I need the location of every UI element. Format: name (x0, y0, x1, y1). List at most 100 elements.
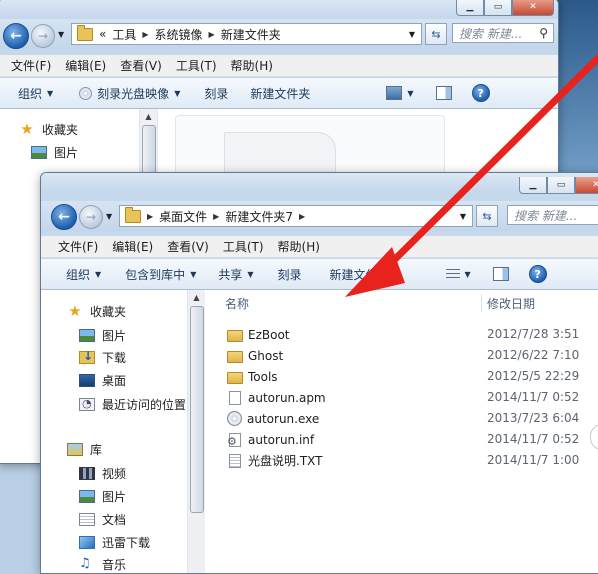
breadcrumb-item[interactable]: 系统镜像 (155, 26, 203, 43)
search-input[interactable]: 搜索 新建... ⚲ (452, 23, 554, 43)
preview-pane-icon (492, 267, 509, 281)
menu-tools[interactable]: 工具(T) (169, 57, 224, 74)
preview-pane-button[interactable] (427, 86, 461, 100)
nav-scrollbar[interactable]: ▲ (187, 290, 205, 573)
breadcrumb-separator-icon[interactable]: ▶ (209, 30, 215, 39)
file-icon (229, 390, 241, 405)
help-button[interactable]: ? (520, 265, 556, 283)
file-row[interactable]: 光盘说明.TXT (227, 450, 323, 471)
search-input[interactable]: 搜索 新建... (507, 205, 598, 225)
breadcrumb-separator-icon[interactable]: ▶ (142, 30, 148, 39)
file-name: 光盘说明.TXT (248, 454, 323, 468)
column-header-modified[interactable]: 修改日期 (487, 290, 535, 316)
breadcrumb-separator-icon[interactable]: ▶ (299, 212, 305, 221)
menu-bar: 文件(F) 编辑(E) 查看(V) 工具(T) 帮助(H) (0, 55, 558, 77)
organize-button[interactable]: 组织 ▼ (57, 266, 110, 283)
search-icon[interactable]: ⚲ (539, 26, 548, 40)
organize-label: 组织 (18, 86, 43, 101)
share-button[interactable]: 共享 ▼ (209, 266, 262, 283)
history-dropdown-icon[interactable]: ▼ (106, 212, 112, 221)
address-bar[interactable]: ▶ 桌面文件 ▶ 新建文件夹7 ▶ ▼ (119, 205, 473, 227)
nav-item-desktop[interactable]: 桌面 (79, 372, 126, 389)
nav-item-pictures[interactable]: 图片 (31, 144, 78, 161)
share-label: 共享 (218, 267, 243, 282)
new-folder-button[interactable]: 新建文件夹 (321, 266, 399, 283)
breadcrumb-item[interactable]: 新建文件夹 (221, 26, 281, 43)
menu-edit[interactable]: 编辑(E) (58, 57, 113, 74)
nav-item-pictures-library[interactable]: 图片 (79, 488, 126, 505)
change-view-button[interactable]: ▼ (437, 268, 480, 280)
burn-image-button[interactable]: 刻录光盘映像 ▼ (70, 85, 189, 102)
menu-help[interactable]: 帮助(H) (224, 57, 280, 74)
address-dropdown-icon[interactable]: ▼ (409, 30, 415, 39)
nav-item-documents[interactable]: 文档 (79, 511, 126, 528)
back-arrow-icon[interactable]: ← (51, 204, 77, 230)
documents-icon (79, 513, 95, 526)
scroll-up-icon[interactable]: ▲ (188, 290, 205, 306)
minimize-button[interactable]: ▁ (456, 0, 484, 16)
close-button[interactable]: ✕ (575, 177, 598, 194)
file-row[interactable]: EzBoot (227, 324, 290, 345)
nav-favorites[interactable]: ★ 收藏夹 (19, 121, 78, 138)
menu-help[interactable]: 帮助(H) (271, 238, 327, 255)
maximize-button[interactable]: ▭ (484, 0, 512, 16)
address-dropdown-icon[interactable]: ▼ (460, 212, 466, 221)
file-row[interactable]: autorun.exe (227, 408, 319, 429)
nav-item-recent-places[interactable]: 最近访问的位置 (79, 396, 186, 413)
file-row[interactable]: autorun.apm (227, 387, 326, 408)
file-row[interactable]: autorun.inf (227, 429, 314, 450)
pictures-icon (79, 329, 95, 342)
history-dropdown-icon[interactable]: ▼ (58, 30, 64, 39)
address-bar[interactable]: « 工具 ▶ 系统镜像 ▶ 新建文件夹 ▼ (71, 23, 422, 45)
nav-item-videos[interactable]: 视频 (79, 465, 126, 482)
nav-favorites[interactable]: ★ 收藏夹 (67, 303, 126, 320)
change-view-button[interactable]: ▼ (377, 86, 422, 100)
new-folder-button[interactable]: 新建文件夹 (241, 85, 319, 102)
burn-image-label: 刻录光盘映像 (97, 86, 170, 101)
help-button[interactable]: ? (463, 84, 499, 102)
breadcrumb-separator-icon[interactable]: ▶ (213, 212, 219, 221)
menu-edit[interactable]: 编辑(E) (105, 238, 160, 255)
file-row[interactable]: Tools (227, 366, 278, 387)
horizontal-scroll-hint[interactable] (590, 424, 598, 450)
recent-places-icon (79, 397, 95, 411)
nav-item-downloads[interactable]: 下载 (79, 349, 126, 366)
scroll-thumb[interactable] (190, 306, 204, 513)
nav-item-music[interactable]: ♫ 音乐 (79, 556, 126, 573)
title-bar[interactable]: ▁ ▭ ✕ (41, 173, 598, 194)
breadcrumb-item[interactable]: 工具 (112, 26, 136, 43)
refresh-icon[interactable]: ⇆ (476, 205, 498, 227)
burn-button[interactable]: 刻录 (195, 85, 237, 102)
back-arrow-icon[interactable]: ← (3, 23, 29, 49)
title-bar[interactable]: ▁ ▭ ✕ (0, 0, 558, 17)
breadcrumb-item[interactable]: 新建文件夹7 (225, 208, 293, 225)
include-in-library-button[interactable]: 包含到库中 ▼ (116, 266, 205, 283)
minimize-button[interactable]: ▁ (519, 177, 547, 194)
nav-item-pictures[interactable]: 图片 (79, 327, 126, 344)
thunder-downloads-icon (79, 536, 95, 549)
menu-tools[interactable]: 工具(T) (216, 238, 271, 255)
nav-item-thunder-downloads[interactable]: 迅雷下载 (79, 534, 150, 551)
preview-pane-button[interactable] (484, 267, 518, 281)
nav-libraries[interactable]: 库 (67, 441, 102, 458)
chevron-down-icon: ▼ (407, 88, 414, 98)
burn-button[interactable]: 刻录 (269, 266, 311, 283)
menu-file[interactable]: 文件(F) (51, 238, 105, 255)
column-header-name[interactable]: 名称 (225, 290, 249, 316)
refresh-icon[interactable]: ⇆ (425, 23, 447, 45)
file-row[interactable]: Ghost (227, 345, 283, 366)
forward-arrow-icon[interactable]: → (79, 205, 103, 229)
navigation-bar: ← → ▼ « 工具 ▶ 系统镜像 ▶ 新建文件夹 ▼ ⇆ 搜索 新建... ⚲ (0, 19, 558, 49)
menu-view[interactable]: 查看(V) (160, 238, 216, 255)
breadcrumb-item[interactable]: 桌面文件 (159, 208, 207, 225)
maximize-button[interactable]: ▭ (547, 177, 575, 194)
close-button[interactable]: ✕ (512, 0, 554, 16)
breadcrumb-overflow[interactable]: « (99, 27, 106, 41)
breadcrumb-separator-icon[interactable]: ▶ (147, 212, 153, 221)
scroll-up-icon[interactable]: ▲ (140, 109, 157, 125)
forward-arrow-icon[interactable]: → (31, 24, 55, 48)
organize-button[interactable]: 组织 ▼ (9, 85, 62, 102)
menu-view[interactable]: 查看(V) (113, 57, 169, 74)
menu-file[interactable]: 文件(F) (4, 57, 58, 74)
column-divider[interactable] (481, 294, 482, 312)
